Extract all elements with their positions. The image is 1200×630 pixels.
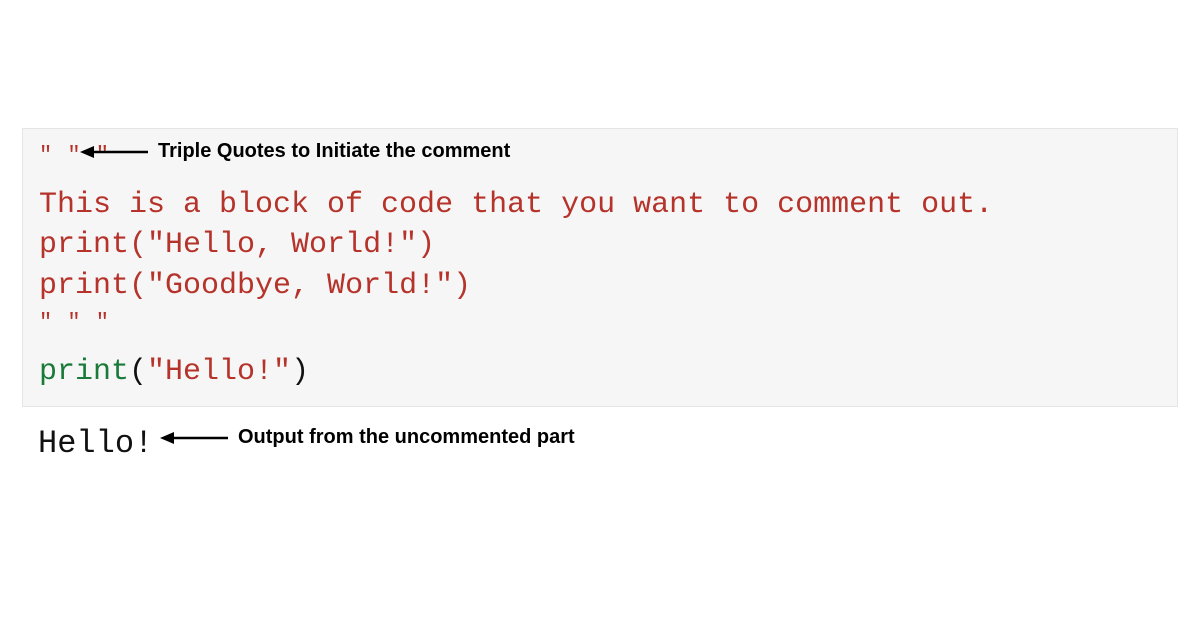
output-text: Hello! <box>38 425 153 462</box>
comment-line-2: print("Hello, World!") <box>39 225 1161 266</box>
blank-line <box>39 338 1161 352</box>
code-block: " " " This is a block of code that you w… <box>22 128 1178 407</box>
paren-close: ) <box>417 228 435 262</box>
string-literal: "Hello, World!" <box>147 228 417 262</box>
print-keyword: print <box>39 269 129 303</box>
annotation-text-bottom: Output from the uncommented part <box>238 426 575 449</box>
triple-quote-close: " " " <box>39 308 1161 338</box>
paren-open: ( <box>129 355 147 389</box>
annotation-top: Triple Quotes to Initiate the comment <box>80 140 510 163</box>
comment-line-3: print("Goodbye, World!") <box>39 266 1161 307</box>
annotation-bottom: Output from the uncommented part <box>160 426 575 449</box>
arrow-left-icon <box>160 429 230 447</box>
arrow-left-icon <box>80 143 150 161</box>
print-keyword: print <box>39 228 129 262</box>
paren-close: ) <box>453 269 471 303</box>
annotation-text-top: Triple Quotes to Initiate the comment <box>158 140 510 163</box>
comment-line-1: This is a block of code that you want to… <box>39 185 1161 226</box>
string-literal: "Goodbye, World!" <box>147 269 453 303</box>
paren-close: ) <box>291 355 309 389</box>
paren-open: ( <box>129 269 147 303</box>
blank-line <box>39 171 1161 185</box>
executable-line: print("Hello!") <box>39 352 1161 393</box>
print-keyword: print <box>39 355 129 389</box>
paren-open: ( <box>129 228 147 262</box>
string-literal: "Hello!" <box>147 355 291 389</box>
